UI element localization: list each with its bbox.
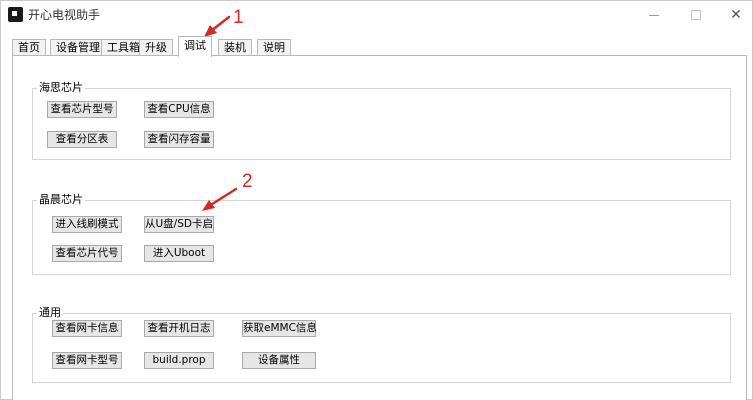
tab-debug[interactable]: 调试 (178, 36, 212, 57)
annotation-arrow-2 (202, 187, 238, 211)
app-window: 开心电视助手 ✕ 首页 设备管理 工具箱 升级 调试 装机 说明 海思芯片 查看… (0, 0, 753, 400)
